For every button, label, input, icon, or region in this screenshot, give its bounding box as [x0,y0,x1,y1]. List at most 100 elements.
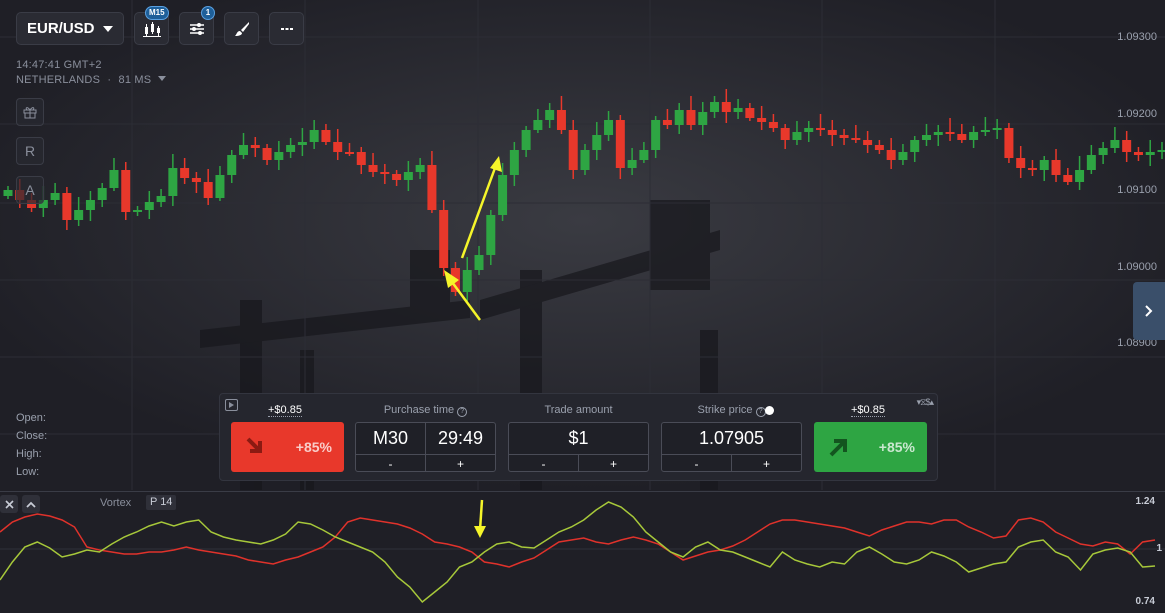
amount-increase-button[interactable]: + [578,455,648,472]
candle-bullish [286,145,296,152]
ellipsis-icon [280,27,293,30]
gift-button[interactable] [16,98,44,126]
panel-settings-icon[interactable]: ▾⧖$▴ [917,397,934,408]
expand-panel-button[interactable] [1133,282,1165,340]
ping-value: 81 MS [118,74,152,86]
time-decrease-button[interactable]: - [356,455,425,472]
candle-bullish [733,108,743,112]
candle-bearish [356,152,366,165]
strike-input[interactable]: 1.07905 [662,423,801,455]
reset-chart-button[interactable]: R [16,137,44,165]
price-tick: 1.09300 [1117,31,1157,43]
candle-bearish [1016,158,1026,168]
candle-bearish [203,182,213,198]
candle-bullish [97,188,107,200]
candle-bearish [1063,175,1073,182]
auto-scale-button[interactable]: A [16,176,44,204]
strike-price-label: Strike price? [661,404,802,417]
chevron-right-icon [1145,305,1153,317]
candle-bullish [1157,150,1165,152]
sell-button[interactable]: +85% [231,422,344,472]
candle-bullish [50,193,60,200]
candle-bearish [556,110,566,130]
arrow-down-right-icon [246,437,262,453]
candle-bullish [85,200,95,210]
indicators-badge: 1 [201,6,215,20]
server-name: NETHERLANDS [16,74,101,86]
ohlc-low-label: Low: [16,466,40,478]
candle-bearish [368,165,378,172]
candle-bearish [121,170,131,212]
time-increase-button[interactable]: + [425,455,495,472]
drawing-tools-button[interactable] [224,12,259,45]
chevron-down-icon [102,25,113,32]
asset-selector[interactable]: EUR/USD [16,12,124,45]
candle-bullish [992,128,1002,130]
gift-icon [23,107,37,119]
brush-icon [234,21,249,36]
help-icon: ? [755,407,766,417]
vortex-indicator-chart [0,499,1165,604]
candle-bearish [874,145,884,150]
indicator-axis-bottom: 0.74 [1135,596,1155,607]
candle-bullish [804,128,814,132]
candle-bearish [392,174,402,180]
timeframe-badge: M15 [145,6,169,20]
candle-bullish [545,110,555,120]
candle-bullish [1075,170,1085,182]
help-icon: ? [457,407,468,417]
timeframe-button[interactable]: M15 [134,6,169,45]
strike-toggle[interactable] [765,406,774,415]
buy-button[interactable]: +85% [814,422,927,472]
strike-increase-button[interactable]: + [731,455,801,472]
candle-bearish [945,132,955,134]
time-value[interactable]: 29:49 [425,423,495,454]
candle-bearish [851,138,861,140]
candle-bearish [1133,152,1143,155]
candle-bullish [651,120,661,150]
candles-icon [142,21,161,37]
candle-bullish [227,155,237,175]
candle-bearish [957,134,967,140]
candle-bullish [1086,155,1096,170]
candle-bullish [639,150,649,160]
trade-amount-label: Trade amount [544,404,613,416]
indicators-button[interactable]: 1 [179,6,215,45]
candle-bullish [604,120,614,135]
candle-bearish [839,135,849,138]
indicator-axis-top: 1.24 [1135,496,1155,507]
play-icon[interactable] [225,399,238,411]
strike-decrease-button[interactable]: - [662,455,731,472]
trade-amount-field: $1 - + [508,422,649,472]
amount-decrease-button[interactable]: - [509,455,578,472]
candle-bullish [415,165,425,172]
candle-bullish [74,210,84,220]
candle-bullish [674,110,684,125]
candle-bearish [344,152,354,154]
annotation-arrowhead-3 [474,526,486,538]
price-tick: 1.09100 [1117,184,1157,196]
candle-bullish [109,170,119,188]
candle-bullish [1110,140,1120,148]
candle-bearish [886,150,896,160]
candle-bullish [509,150,519,175]
candle-bullish [592,135,602,150]
more-options-button[interactable] [269,12,304,45]
candle-bullish [898,152,908,160]
candle-bearish [1004,128,1014,158]
amount-input[interactable]: $1 [509,423,648,455]
candle-bullish [533,120,543,130]
candle-bearish [380,172,390,174]
ohlc-open-label: Open: [16,412,46,424]
candle-bearish [262,148,272,160]
candle-bullish [921,135,931,140]
candle-bullish [144,202,154,210]
candle-bullish [462,270,472,292]
candle-bearish [568,130,578,170]
candle-bullish [309,130,319,142]
asset-label: EUR/USD [27,20,95,37]
candle-bearish [686,110,696,125]
time-mode[interactable]: M30 [356,423,425,454]
server-location[interactable]: NETHERLANDS · 81 MS [16,74,166,86]
candle-bullish [239,145,249,155]
